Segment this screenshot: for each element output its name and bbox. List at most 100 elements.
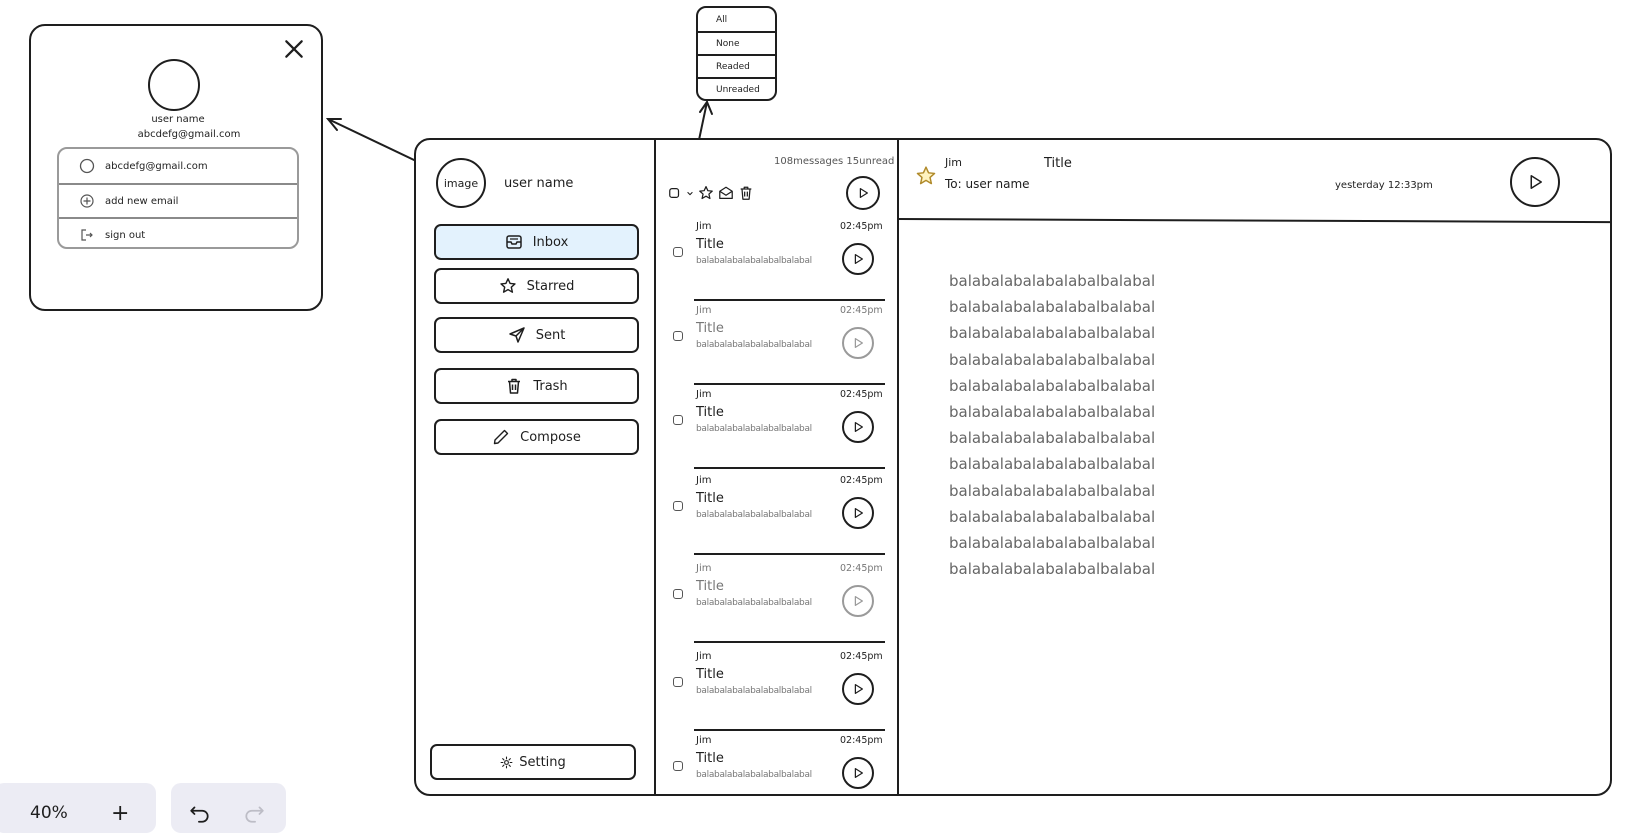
account-list: abcdefg@gmail.com add new email sign out [57,147,299,249]
message-open-button[interactable] [842,497,874,529]
message-checkbox[interactable] [673,589,683,599]
list-action-button[interactable] [846,176,880,210]
nav-sent-button[interactable]: Sent [434,317,639,353]
plus-circle-icon [80,194,94,208]
message-title: Title [696,751,724,766]
message-title: Title [696,321,724,336]
message-item[interactable]: Jim 02:45pm Title balabalabalabalabalbal… [656,217,899,301]
message-time: 02:45pm [840,221,883,232]
body-line: balabalabalabalabalbalabal [949,298,1156,317]
play-icon [854,254,863,264]
account-item-sign-out[interactable]: sign out [59,217,297,247]
message-open-button[interactable] [842,243,874,275]
message-open-button[interactable] [842,585,874,617]
history-toolbar [171,783,286,833]
profile-popup: user name abcdefg@gmail.com abcdefg@gmai… [29,24,323,311]
body-line: balabalabalabalabalbalabal [949,455,1156,474]
play-icon [854,338,863,348]
nav-label: Compose [520,429,581,445]
message-preview: balabalabalabalabalbalabal [696,340,812,350]
message-title: Title [696,405,724,420]
profile-avatar [148,59,200,111]
body-line: balabalabalabalabalbalabal [949,429,1156,448]
star-icon[interactable] [698,185,714,201]
message-checkbox[interactable] [673,761,683,771]
nav-starred-button[interactable]: Starred [434,268,639,304]
message-open-button[interactable] [842,757,874,789]
nav-label: Sent [535,327,566,343]
body-line: balabalabalabalabalbalabal [949,481,1156,500]
message-divider [694,467,885,469]
message-item[interactable]: Jim 02:45pm Title balabalabalabalabalbal… [656,647,899,731]
user-avatar[interactable]: image [436,158,486,208]
reader-recipient: To: user name [945,177,1030,191]
message-item[interactable]: Jim 02:45pm Title balabalabalabalabalbal… [656,559,899,643]
mail-window: image user name Inbox Starred Sent Trash… [414,138,1612,796]
message-checkbox[interactable] [673,677,683,687]
nav-trash-button[interactable]: Trash [434,368,639,404]
message-time: 02:45pm [840,305,883,316]
filter-option-all[interactable]: All [698,8,775,31]
message-title: Title [696,579,724,594]
nav-inbox-button[interactable]: Inbox [434,224,639,260]
filter-option-read[interactable]: Readed [698,54,775,77]
filter-option-unread[interactable]: Unreaded [698,77,775,99]
close-icon[interactable] [283,38,305,60]
message-checkbox[interactable] [673,247,683,257]
chevron-down-icon[interactable] [686,185,694,201]
account-item-label: add new email [105,195,179,207]
message-title: Title [696,667,724,682]
filter-option-none[interactable]: None [698,31,775,54]
message-time: 02:45pm [840,475,883,486]
body-line: balabalabalabalabalbalabal [949,350,1156,369]
body-line: balabalabalabalabalbalabal [949,376,1156,395]
undo-icon[interactable] [189,803,211,825]
redo-icon[interactable] [243,803,265,825]
account-item-email[interactable]: abcdefg@gmail.com [59,149,297,183]
message-open-button[interactable] [842,327,874,359]
zoom-in-button[interactable]: + [111,801,129,826]
account-item-add-email[interactable]: add new email [59,183,297,217]
message-sender: Jim [696,475,712,486]
message-preview: balabalabalabalabalbalabal [696,424,812,434]
message-sender: Jim [696,563,712,574]
account-item-label: sign out [105,229,146,241]
zoom-toolbar: 40% + [0,783,156,833]
message-title: Title [696,237,724,252]
sign-out-icon [81,229,93,241]
nav-label: Starred [526,278,575,294]
body-line: balabalabalabalabalbalabal [949,534,1156,553]
message-sender: Jim [696,389,712,400]
message-item[interactable]: Jim 02:45pm Title balabalabalabalabalbal… [656,301,899,385]
play-icon [1530,175,1542,189]
message-open-button[interactable] [842,673,874,705]
message-time: 02:45pm [840,389,883,400]
list-toolbar [668,184,754,202]
message-item[interactable]: Jim 02:45pm Title balabalabalabalabalbal… [656,731,899,794]
message-checkbox[interactable] [673,501,683,511]
message-checkbox[interactable] [673,331,683,341]
select-all-checkbox-icon[interactable] [668,186,682,200]
message-divider [694,641,885,643]
message-divider [694,553,885,555]
message-time: 02:45pm [840,735,883,746]
play-icon [859,188,868,198]
star-icon[interactable] [915,165,937,187]
nav-compose-button[interactable]: Compose [434,419,639,455]
mark-read-envelope-icon[interactable] [718,185,734,201]
message-checkbox[interactable] [673,415,683,425]
setting-button[interactable]: Setting [430,744,636,780]
zoom-level[interactable]: 40% [30,803,68,823]
pencil-icon [493,429,509,445]
trash-icon[interactable] [738,185,754,201]
sidebar: image user name Inbox Starred Sent Trash… [416,140,656,794]
message-item[interactable]: Jim 02:45pm Title balabalabalabalabalbal… [656,385,899,469]
message-item[interactable]: Jim 02:45pm Title balabalabalabalabalbal… [656,471,899,555]
play-icon [854,596,863,606]
message-open-button[interactable] [842,411,874,443]
filter-dropdown: All None Readed Unreaded [696,6,777,101]
reader-action-button[interactable] [1510,157,1560,207]
trash-icon [508,378,521,394]
message-count: 108messages 15unread [774,156,895,167]
nav-label: Trash [533,378,568,394]
